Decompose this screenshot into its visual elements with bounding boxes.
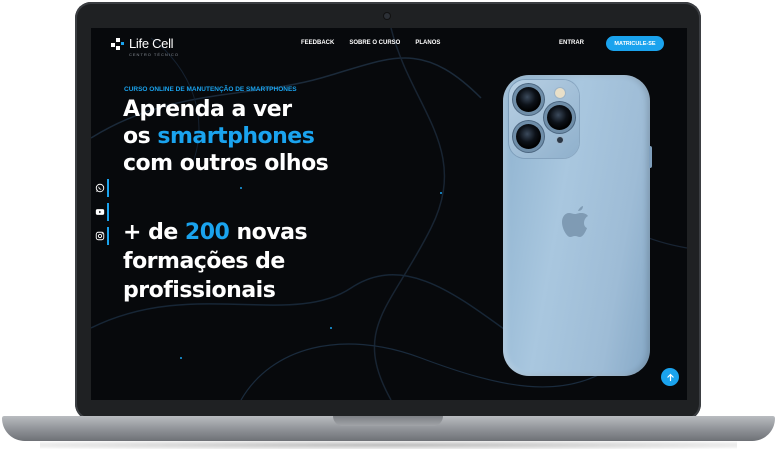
enroll-button[interactable]: MATRICULE-SE: [606, 36, 664, 51]
camera-lens-3: [547, 105, 572, 130]
main-nav: FEEDBACK SOBRE O CURSO PLANOS: [301, 40, 440, 46]
hero-stat: + de 200 novas formações de profissionai…: [123, 218, 308, 305]
camera-lens-1: [516, 87, 541, 112]
whatsapp-icon[interactable]: [91, 176, 109, 200]
brand-logo[interactable]: Life Cell: [111, 36, 174, 51]
webcam: [384, 13, 390, 19]
camera-lidar: [557, 137, 563, 143]
brand-tagline: CENTRO TÉCNICO: [129, 52, 179, 57]
nav-link-sobre-o-curso[interactable]: SOBRE O CURSO: [349, 40, 400, 46]
website-screen: Life Cell CENTRO TÉCNICO FEEDBACK SOBRE …: [91, 28, 687, 400]
headline-line-3: com outros olhos: [123, 151, 329, 176]
nav-link-planos[interactable]: PLANOS: [415, 40, 440, 46]
laptop-notch: [333, 416, 443, 426]
phone-side-button: [649, 146, 652, 168]
stat-prefix: + de: [123, 220, 185, 245]
logo-mark-icon: [111, 37, 125, 51]
stat-number: 200: [184, 220, 230, 245]
arrow-up-icon: [666, 373, 674, 381]
camera-lens-2: [516, 124, 541, 149]
camera-flash: [555, 88, 565, 98]
headline-line-2-prefix: os: [123, 124, 158, 149]
stat-suffix: novas: [229, 220, 308, 245]
headline-accent: smartphones: [157, 124, 315, 149]
login-link[interactable]: ENTRAR: [559, 40, 584, 46]
brand-name: Life Cell: [129, 36, 174, 51]
headline-line-2: os smartphones: [123, 123, 328, 150]
stat-line-1: + de 200 novas: [123, 218, 308, 247]
social-rail: [91, 176, 109, 248]
stat-line-2: formações de: [123, 249, 285, 274]
laptop-shadow: [40, 441, 737, 449]
stat-line-3: profissionais: [123, 278, 276, 303]
youtube-icon[interactable]: [91, 200, 109, 224]
headline-line-1: Aprenda a ver: [123, 97, 292, 122]
scroll-to-top-button[interactable]: [661, 368, 679, 386]
instagram-icon[interactable]: [91, 224, 109, 248]
hero-headline: Aprenda a ver os smartphones com outros …: [123, 96, 329, 177]
nav-link-feedback[interactable]: FEEDBACK: [301, 40, 334, 46]
apple-logo-icon: [562, 206, 588, 237]
hero-eyebrow: CURSO ONLINE DE MANUTENÇÃO DE SMARTPHONE…: [124, 86, 297, 93]
phone-camera-module: [509, 80, 579, 158]
